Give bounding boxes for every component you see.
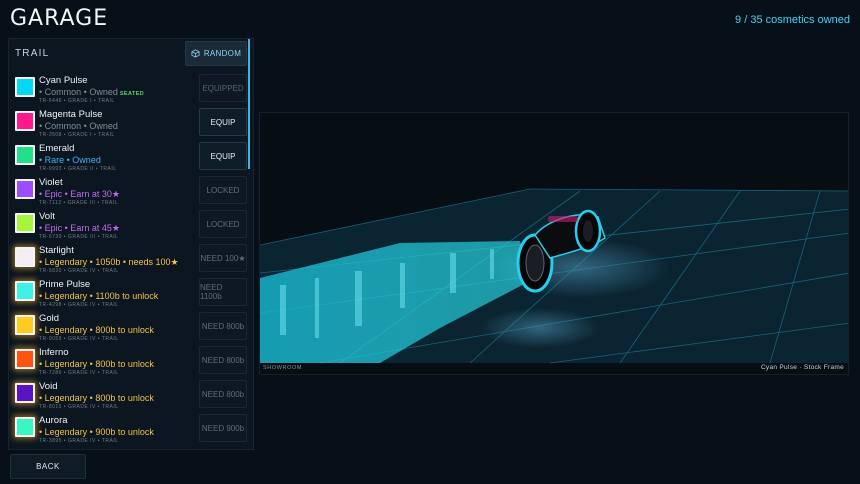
locked-button: NEED 800b xyxy=(199,380,247,408)
item-code: TR-9059 • GRADE IV • TRAIL xyxy=(39,336,119,342)
item-meta-text: • Epic • Earn at 45★ xyxy=(39,223,120,233)
item-meta: • Common • Owned xyxy=(39,121,118,131)
locked-button: NEED 100★ xyxy=(199,244,247,272)
locked-button: NEED 1100b xyxy=(199,278,247,306)
item-meta: • Legendary • 900b to unlock xyxy=(39,427,154,437)
item-code: TR-4298 • GRADE IV • TRAIL xyxy=(39,302,119,308)
color-swatch xyxy=(15,213,35,233)
item-name: Emerald xyxy=(39,143,75,154)
item-name: Prime Pulse xyxy=(39,279,91,290)
color-swatch xyxy=(15,383,35,403)
trail-item[interactable]: Magenta Pulse • Common • Owned TR-3508 • G… xyxy=(9,107,253,141)
showroom-caption: Cyan Pulse · Stock Frame xyxy=(760,364,844,371)
color-swatch xyxy=(15,111,35,131)
owned-count: 9 / 35 cosmetics owned xyxy=(735,14,850,26)
item-meta-text: • Rare • Owned xyxy=(39,155,101,165)
item-name: Violet xyxy=(39,177,63,188)
item-meta-text: • Common • Owned xyxy=(39,121,118,131)
back-button[interactable]: BACK xyxy=(10,454,86,479)
trail-item[interactable]: Emerald • Rare • Owned TR-9993 • GRADE II … xyxy=(9,141,253,175)
item-meta: • Legendary • 800b to unlock xyxy=(39,325,154,335)
trail-item[interactable]: Inferno • Legendary • 800b to unlock TR-72… xyxy=(9,345,253,379)
item-name: Starlight xyxy=(39,245,74,256)
cube-icon xyxy=(191,49,200,58)
item-meta: • Legendary • 1100b to unlock xyxy=(39,291,158,301)
item-meta: • Legendary • 1050b • needs 100★ xyxy=(39,257,179,268)
item-name: Gold xyxy=(39,313,60,324)
item-meta-text: • Legendary • 800b to unlock xyxy=(39,359,154,369)
item-code: TR-6830 • GRADE IV • TRAIL xyxy=(39,268,119,274)
item-meta-text: • Legendary • 1050b • needs 100★ xyxy=(39,257,179,267)
showroom-scene xyxy=(260,188,848,364)
item-name: Inferno xyxy=(39,347,69,358)
random-button[interactable]: RANDOM xyxy=(185,41,247,66)
item-code: TR-6446 • GRADE I • TRAIL xyxy=(39,98,115,104)
seated-badge: SEATED xyxy=(119,91,145,97)
color-swatch xyxy=(15,417,35,437)
random-label: RANDOM xyxy=(203,49,242,58)
item-meta-text: • Legendary • 900b to unlock xyxy=(39,427,154,437)
color-swatch xyxy=(15,179,35,199)
item-name: Volt xyxy=(39,211,55,222)
trail-item[interactable]: Cyan Pulse • Common • Owned SEATED TR-6446 … xyxy=(9,73,253,107)
trail-list: Cyan Pulse • Common • Owned SEATED TR-6446 … xyxy=(9,73,253,447)
locked-button: LOCKED xyxy=(199,210,247,238)
locked-button: NEED 900b xyxy=(199,414,247,442)
trail-item[interactable]: Void • Legendary • 800b to unlock TR-8015 … xyxy=(9,379,253,413)
equip-button[interactable]: EQUIP xyxy=(199,142,247,170)
color-swatch xyxy=(15,281,35,301)
item-meta-text: • Legendary • 800b to unlock xyxy=(39,325,154,335)
trail-item[interactable]: Gold • Legendary • 800b to unlock TR-9059 … xyxy=(9,311,253,345)
page-title: GARAGE xyxy=(10,6,109,31)
trail-item[interactable]: Volt • Epic • Earn at 45★ TR-6730 • GRADE … xyxy=(9,209,253,243)
item-name: Magenta Pulse xyxy=(39,109,103,120)
equip-button[interactable]: EQUIP xyxy=(199,108,247,136)
item-meta: • Legendary • 800b to unlock xyxy=(39,359,154,369)
trail-item[interactable]: Starlight • Legendary • 1050b • needs 100… xyxy=(9,243,253,277)
locked-button: NEED 800b xyxy=(199,346,247,374)
color-swatch xyxy=(15,349,35,369)
color-swatch xyxy=(15,315,35,335)
item-code: TR-8015 • GRADE IV • TRAIL xyxy=(39,404,119,410)
item-meta-text: • Legendary • 1100b to unlock xyxy=(39,291,159,301)
trail-item[interactable]: Prime Pulse • Legendary • 1100b to unlock… xyxy=(9,277,253,311)
item-code: TR-9993 • GRADE II • TRAIL xyxy=(39,166,117,172)
trail-item[interactable]: Aurora • Legendary • 900b to unlock TR-389… xyxy=(9,413,253,447)
item-code: TR-7286 • GRADE IV • TRAIL xyxy=(39,370,119,376)
item-code: TR-3895 • GRADE IV • TRAIL xyxy=(39,438,119,444)
locked-button: LOCKED xyxy=(199,176,247,204)
item-code: TR-3508 • GRADE I • TRAIL xyxy=(39,132,115,138)
equipped-button: EQUIPPED xyxy=(199,74,247,102)
color-swatch xyxy=(15,145,35,165)
item-meta: • Rare • Owned xyxy=(39,155,101,165)
item-meta: • Legendary • 800b to unlock xyxy=(39,393,154,403)
showroom-label: SHOWROOM xyxy=(263,365,303,371)
trail-item[interactable]: Violet • Epic • Earn at 30★ TR-7112 • GRAD… xyxy=(9,175,253,209)
item-meta: • Common • Owned SEATED xyxy=(39,87,144,97)
panel-header: TRAIL RANDOM xyxy=(9,39,253,69)
item-meta-text: • Epic • Earn at 30★ xyxy=(39,189,120,199)
color-swatch xyxy=(15,77,35,97)
color-swatch xyxy=(15,247,35,267)
item-name: Void xyxy=(39,381,58,392)
item-name: Cyan Pulse xyxy=(39,75,88,86)
item-code: TR-7112 • GRADE III • TRAIL xyxy=(39,200,119,206)
panel-title: TRAIL xyxy=(15,48,50,59)
locked-button: NEED 800b xyxy=(199,312,247,340)
item-code: TR-6730 • GRADE III • TRAIL xyxy=(39,234,119,240)
showroom-viewport[interactable]: SHOWROOM Cyan Pulse · Stock Frame xyxy=(259,112,849,375)
item-meta: • Epic • Earn at 45★ xyxy=(39,223,120,234)
item-meta: • Epic • Earn at 30★ xyxy=(39,189,120,200)
item-meta-text: • Common • Owned xyxy=(39,87,118,97)
floor-glow-2 xyxy=(480,308,600,348)
trail-panel: TRAIL RANDOM Cyan Pulse • Common • Owned S… xyxy=(8,38,254,450)
item-meta-text: • Legendary • 800b to unlock xyxy=(39,393,154,403)
item-name: Aurora xyxy=(39,415,68,426)
